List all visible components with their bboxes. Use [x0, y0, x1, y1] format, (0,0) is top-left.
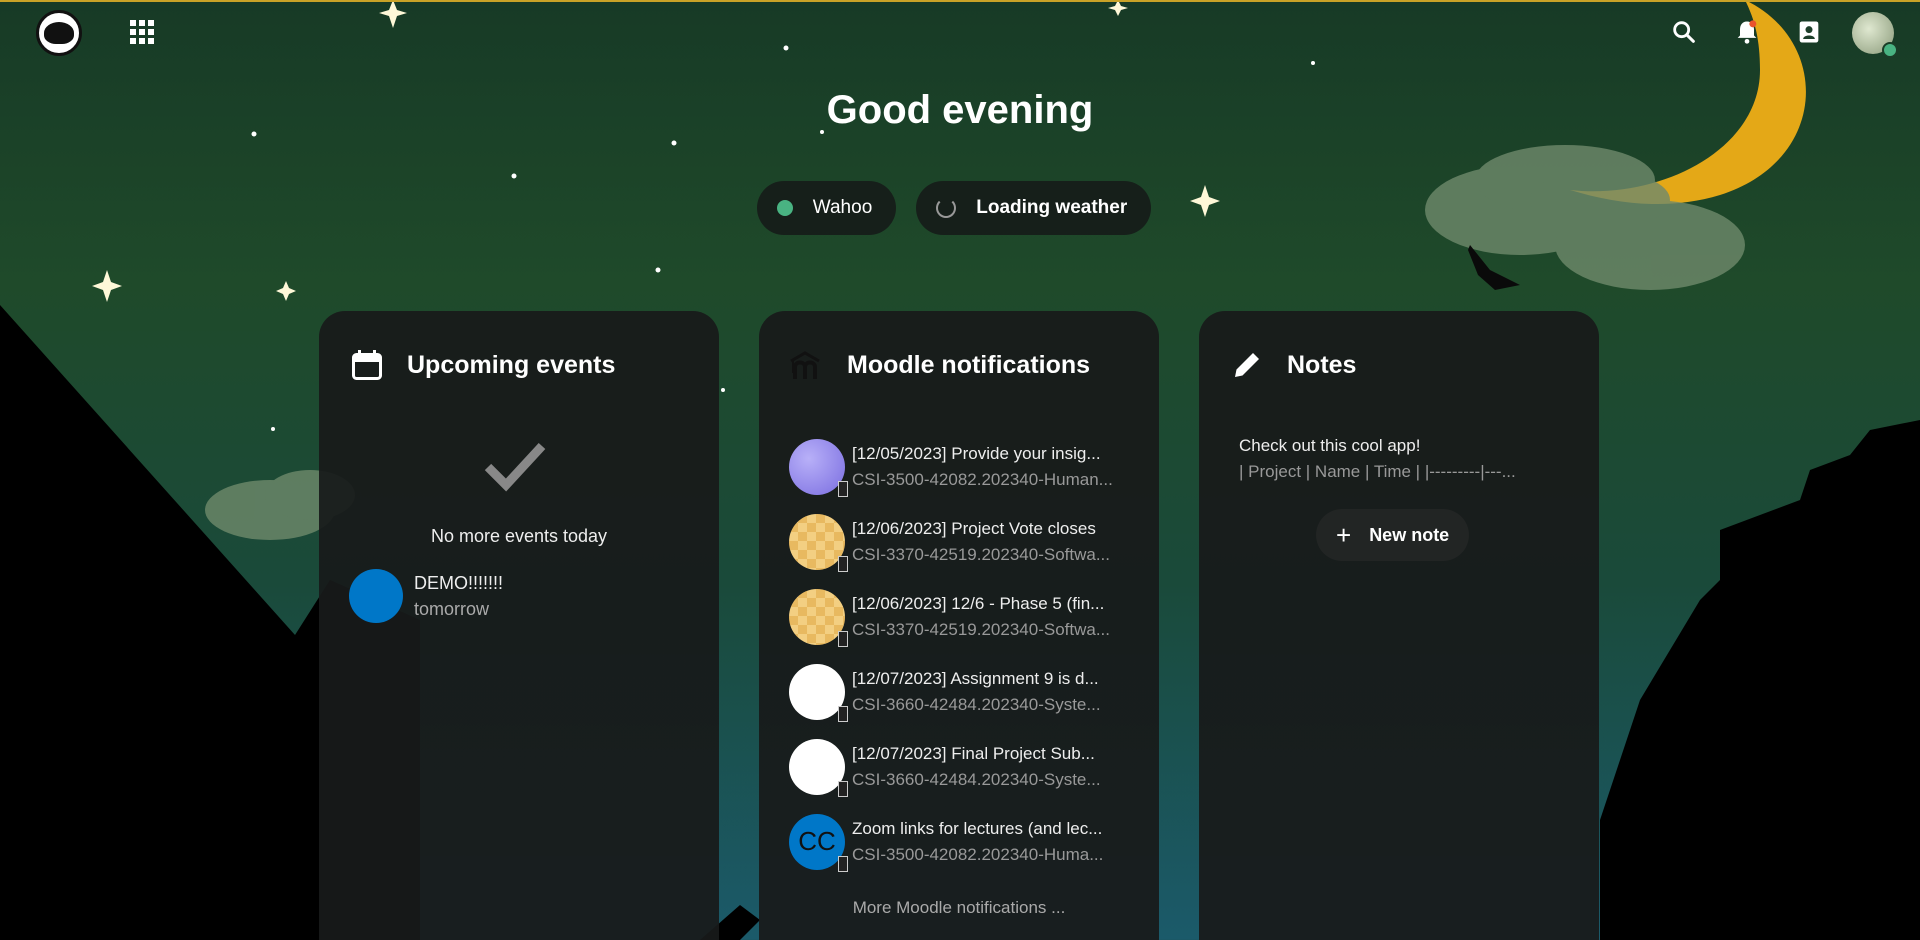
notification-item[interactable]: [12/07/2023] Final Project Sub... CSI-366…	[789, 729, 1145, 804]
no-events-message: No more events today	[430, 526, 608, 546]
notification-avatar	[789, 588, 848, 647]
notification-avatar	[789, 513, 848, 572]
notification-title: [12/06/2023] 12/6 - Phase 5 (fin...	[852, 593, 1105, 613]
card-title[interactable]: Notes	[1287, 351, 1356, 380]
notes-card: Notes Check out this cool app! | Project…	[1199, 311, 1599, 940]
logo-mark	[44, 22, 74, 44]
avatar-initials: CC	[798, 826, 836, 856]
notification-title: [12/07/2023] Final Project Sub...	[852, 743, 1095, 763]
contacts-icon[interactable]	[1795, 18, 1823, 46]
app-logo[interactable]	[36, 10, 82, 56]
notification-avatar	[789, 738, 848, 797]
file-badge-icon	[838, 855, 848, 872]
notification-item[interactable]: [12/07/2023] Assignment 9 is d... CSI-366…	[789, 654, 1145, 729]
user-avatar[interactable]	[1852, 12, 1898, 58]
notification-avatar	[789, 663, 848, 722]
online-status-dot	[1882, 42, 1898, 58]
top-accent-line	[0, 0, 1920, 2]
calendar-icon	[352, 350, 382, 380]
notification-course: CSI-3370-42519.202340-Softwa...	[852, 619, 1111, 639]
more-moodle-link[interactable]: More Moodle notifications ...	[759, 898, 1159, 918]
status-row: Wahoo Loading weather	[0, 181, 1920, 235]
pencil-icon	[1235, 353, 1259, 377]
notification-list: [12/05/2023] Provide your insig... CSI-35…	[789, 429, 1145, 879]
event-color-dot	[349, 569, 403, 623]
moodle-notifications-card: Moodle notifications [12/05/2023] Provid…	[759, 311, 1159, 940]
file-badge-icon	[838, 705, 848, 722]
file-badge-icon	[838, 630, 848, 647]
notification-course: CSI-3660-42484.202340-Syste...	[852, 769, 1101, 789]
notification-title: [12/05/2023] Provide your insig...	[852, 443, 1101, 463]
notification-title: [12/06/2023] Project Vote closes	[852, 518, 1096, 538]
card-header: Upcoming events	[349, 347, 615, 383]
search-icon[interactable]	[1670, 18, 1698, 46]
file-badge-icon	[838, 480, 848, 497]
notification-avatar: CC	[789, 813, 848, 872]
card-title[interactable]: Moodle notifications	[847, 351, 1090, 380]
notification-item[interactable]: [12/05/2023] Provide your insig... CSI-35…	[789, 429, 1145, 504]
notification-title: Zoom links for lectures (and lec...	[852, 818, 1103, 838]
greeting-heading: Good evening	[826, 88, 1094, 132]
upcoming-events-card: Upcoming events No more events today DEM…	[319, 311, 719, 940]
event-time: tomorrow	[414, 598, 490, 619]
weather-button[interactable]: Loading weather	[916, 181, 1152, 235]
notification-item[interactable]: [12/06/2023] 12/6 - Phase 5 (fin... CSI-3…	[789, 579, 1145, 654]
apps-menu-button[interactable]	[126, 16, 156, 46]
note-second-line: | Project | Name | Time | |---------|---…	[1239, 462, 1516, 481]
event-item[interactable]: DEMO!!!!!!! tomorrow	[349, 569, 503, 623]
file-badge-icon	[838, 555, 848, 572]
notification-course: CSI-3500-42082.202340-Human...	[852, 469, 1113, 489]
status-dot	[776, 200, 793, 216]
note-first-line: Check out this cool app!	[1239, 436, 1421, 455]
plus-icon: +	[1336, 519, 1352, 550]
event-title: DEMO!!!!!!!	[414, 572, 504, 593]
notification-title: [12/07/2023] Assignment 9 is d...	[852, 668, 1099, 688]
card-header: Moodle notifications	[789, 347, 1090, 383]
loading-spinner-icon	[936, 198, 957, 218]
card-header: Notes	[1229, 347, 1356, 383]
card-title[interactable]: Upcoming events	[407, 351, 615, 380]
note-preview[interactable]: Check out this cool app! | Project | Nam…	[1239, 436, 1569, 482]
new-note-label: New note	[1369, 524, 1450, 545]
notification-item[interactable]: [12/06/2023] Project Vote closes CSI-3370…	[789, 504, 1145, 579]
user-status-label: Wahoo	[812, 197, 873, 218]
file-badge-icon	[838, 780, 848, 797]
weather-label: Loading weather	[976, 197, 1128, 218]
notification-avatar	[789, 438, 848, 497]
check-icon	[484, 442, 546, 492]
moodle-icon	[790, 351, 820, 379]
bell-icon[interactable]	[1733, 18, 1761, 46]
user-status-button[interactable]: Wahoo	[756, 181, 897, 235]
new-note-button[interactable]: + New note	[1316, 509, 1470, 561]
notification-course: CSI-3500-42082.202340-Huma...	[852, 844, 1104, 864]
notification-course: CSI-3660-42484.202340-Syste...	[852, 694, 1101, 714]
notification-course: CSI-3370-42519.202340-Softwa...	[852, 544, 1111, 564]
apps-icon	[130, 20, 136, 26]
notification-item[interactable]: CC Zoom links for lectures (and lec... CSI…	[789, 804, 1145, 879]
